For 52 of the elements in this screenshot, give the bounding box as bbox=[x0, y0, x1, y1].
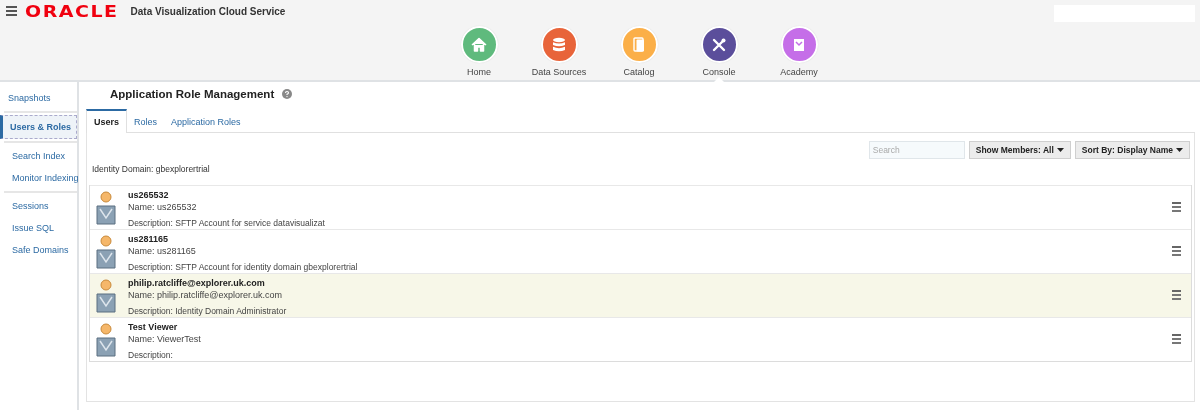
user-display-name: us281165 bbox=[128, 234, 170, 244]
nav-button[interactable] bbox=[700, 26, 738, 63]
user-description: Description: Identity Domain Administrator bbox=[128, 306, 288, 316]
caret-icon bbox=[1176, 148, 1183, 152]
user-avatar-icon bbox=[96, 323, 118, 357]
search-field[interactable]: Search bbox=[868, 141, 965, 159]
user-description: Description: SFTP Account for service datavisualizat bbox=[128, 218, 326, 228]
nav-label[interactable]: Academy bbox=[780, 67, 818, 77]
page-title: Application Role Management bbox=[110, 88, 275, 100]
row-menu-icon[interactable] bbox=[1172, 202, 1181, 212]
user-name: Name: ViewerTest bbox=[128, 334, 202, 344]
user-description: Description: bbox=[128, 350, 174, 360]
user-row[interactable]: philip.ratcliffe@explorer.uk.com Name: philip.ratcliffe@explorer.uk.com Description: Identity Domain Administrator bbox=[90, 273, 1191, 317]
app-title: Data Visualization Cloud Service bbox=[130, 5, 286, 17]
nav-label[interactable]: Home bbox=[467, 67, 491, 77]
identity-domain: Identity Domain: gbexplorertrial bbox=[92, 164, 211, 174]
user-avatar-icon bbox=[96, 279, 118, 313]
sidebar-item[interactable]: Safe Domains bbox=[4, 239, 77, 261]
dropdown-button[interactable]: Sort By: Display Name bbox=[1074, 141, 1190, 159]
user-avatar-icon bbox=[96, 235, 118, 269]
sidebar-item[interactable]: Sessions bbox=[4, 195, 77, 217]
menu-icon[interactable] bbox=[6, 6, 17, 16]
row-menu-icon[interactable] bbox=[1172, 334, 1181, 344]
user-name: Name: philip.ratcliffe@explorer.uk.com bbox=[128, 290, 284, 300]
row-menu-icon[interactable] bbox=[1172, 290, 1181, 300]
nav-label[interactable]: Data Sources bbox=[531, 67, 587, 77]
user-avatar-icon bbox=[96, 191, 118, 225]
tab[interactable]: Users bbox=[86, 109, 128, 133]
sidebar-item[interactable]: Monitor Indexing bbox=[4, 167, 77, 189]
tab[interactable]: Roles bbox=[127, 109, 165, 132]
user-row[interactable]: us265532 Name: us265532 Description: SFTP Account for service datavisualizat bbox=[90, 185, 1191, 229]
nav-label[interactable]: Console bbox=[702, 67, 736, 77]
nav-button[interactable] bbox=[780, 26, 818, 63]
nav-label[interactable]: Catalog bbox=[623, 67, 655, 77]
user-row[interactable]: Test Viewer Name: ViewerTest Description: bbox=[90, 317, 1191, 361]
user-name: Name: us265532 bbox=[128, 202, 198, 212]
user-display-name: Test Viewer bbox=[128, 322, 179, 332]
logo: ORACLE bbox=[25, 3, 119, 19]
caret-icon bbox=[1056, 148, 1064, 152]
user-display-name: philip.ratcliffe@explorer.uk.com bbox=[128, 278, 266, 288]
tab[interactable]: Application Roles bbox=[164, 109, 248, 132]
nav-button[interactable] bbox=[540, 26, 578, 63]
sidebar-item[interactable]: Snapshots bbox=[0, 87, 77, 109]
row-menu-icon[interactable] bbox=[1172, 246, 1181, 256]
user-display-name: us265532 bbox=[128, 190, 170, 200]
sidebar-item[interactable]: Search Index bbox=[4, 145, 77, 167]
sidebar-item[interactable]: Issue SQL bbox=[4, 217, 77, 239]
dropdown-button[interactable]: Show Members: All bbox=[968, 141, 1071, 159]
help-icon[interactable] bbox=[282, 89, 293, 99]
user-description: Description: SFTP Account for identity domain gbexplorertrial bbox=[128, 262, 359, 272]
sidebar-item[interactable]: Users & Roles bbox=[0, 115, 77, 139]
user-name: Name: us281165 bbox=[128, 246, 197, 256]
